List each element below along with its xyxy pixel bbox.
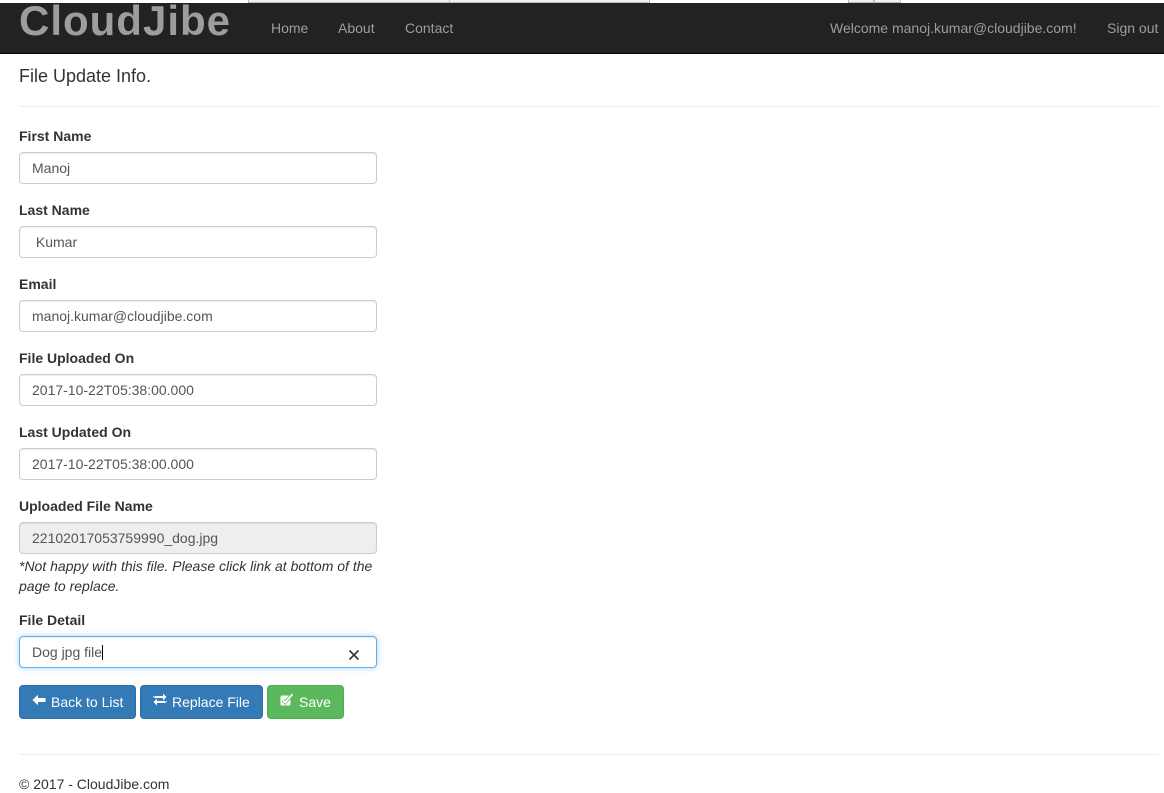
clear-icon[interactable] [346,643,362,661]
uploaded-on-input[interactable]: 2017-10-22T05:38:00.000 [19,374,377,406]
email-input[interactable]: manoj.kumar@cloudjibe.com [19,300,377,332]
file-name-label: Uploaded File Name [19,498,153,514]
arrow-left-icon [32,685,46,717]
footer-divider [19,754,1159,755]
text-cursor [102,644,104,660]
file-detail-label: File Detail [19,612,86,628]
transfer-icon [153,685,167,717]
replace-file-label: Replace File [172,694,250,710]
updated-on-input[interactable]: 2017-10-22T05:38:00.000 [19,448,377,480]
back-to-list-button[interactable]: Back to List [19,685,136,719]
brand-logo[interactable]: CloudJibe [19,0,231,45]
save-label: Save [299,694,331,710]
last-name-label: Last Name [19,202,90,218]
file-name-input: 22102017053759990_dog.jpg [19,522,377,554]
footer-copyright: © 2017 - CloudJibe.com [19,776,170,792]
navbar: CloudJibe Home About Contact Welcome man… [0,0,1164,54]
email-label: Email [19,276,57,292]
first-name-label: First Name [19,128,92,144]
nav-contact-link[interactable]: Contact [405,20,453,37]
updated-on-label: Last Updated On [19,424,132,440]
replace-file-button[interactable]: Replace File [140,685,263,719]
file-detail-input[interactable]: Dog jpg file [19,636,377,668]
title-divider [19,106,1159,107]
file-detail-value: Dog jpg file [32,644,103,660]
uploaded-on-label: File Uploaded On [19,350,135,366]
welcome-user-link[interactable]: Welcome manoj.kumar@cloudjibe.com! [830,20,1077,37]
page-title: File Update Info. [19,66,152,86]
last-name-input[interactable]: Kumar [19,226,377,258]
replace-note: *Not happy with this file. Please click … [19,558,373,594]
back-to-list-label: Back to List [51,694,124,710]
check-square-icon [280,685,294,717]
save-button[interactable]: Save [267,685,344,719]
nav-home-link[interactable]: Home [271,20,308,37]
nav-about-link[interactable]: About [338,20,375,37]
first-name-input[interactable]: Manoj [19,152,377,184]
sign-out-link[interactable]: Sign out [1107,20,1158,37]
